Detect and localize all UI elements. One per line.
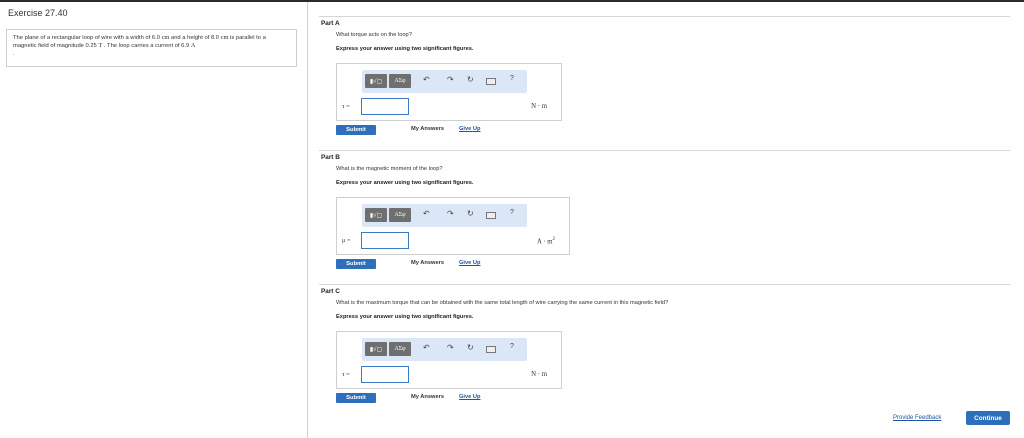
math-toolbar: ▮√▢ ΑΣφ ↶ ↷ ↻ ? (362, 338, 527, 361)
divider (319, 150, 1010, 151)
part-a: Part A What torque acts on the loop? Exp… (319, 16, 1010, 144)
keyboard-icon[interactable] (486, 212, 496, 219)
answer-input[interactable] (361, 366, 409, 383)
divider (319, 284, 1010, 285)
undo-icon[interactable]: ↶ (423, 209, 430, 218)
exercise-title: Exercise 27.40 (8, 8, 68, 18)
reset-icon[interactable]: ↻ (467, 209, 474, 218)
redo-icon[interactable]: ↷ (447, 343, 454, 352)
instruction-text: Express your answer using two significan… (336, 314, 474, 320)
question-text: What is the maximum torque that can be o… (336, 300, 669, 306)
give-up-link[interactable]: Give Up (459, 126, 481, 132)
give-up-link[interactable]: Give Up (459, 394, 481, 400)
submit-button[interactable]: Submit (336, 125, 376, 135)
greek-symbols-button[interactable]: ΑΣφ (389, 74, 411, 88)
unit-label: N · m (531, 371, 547, 378)
reset-icon[interactable]: ↻ (467, 343, 474, 352)
part-c: Part C What is the maximum torque that c… (319, 284, 1010, 412)
part-b: Part B What is the magnetic moment of th… (319, 150, 1010, 278)
exercise-panel: Exercise 27.40 The plane of a rectangula… (0, 2, 308, 438)
keyboard-icon[interactable] (486, 78, 496, 85)
undo-icon[interactable]: ↶ (423, 75, 430, 84)
give-up-link[interactable]: Give Up (459, 260, 481, 266)
question-text: What is the magnetic moment of the loop? (336, 166, 443, 172)
help-icon[interactable]: ? (510, 75, 514, 82)
submit-button[interactable]: Submit (336, 259, 376, 269)
my-answers-link[interactable]: My Answers (411, 126, 444, 132)
variable-label: τ = (342, 103, 350, 110)
problem-statement: The plane of a rectangular loop of wire … (6, 29, 297, 67)
redo-icon[interactable]: ↷ (447, 75, 454, 84)
reset-icon[interactable]: ↻ (467, 75, 474, 84)
greek-symbols-button[interactable]: ΑΣφ (389, 208, 411, 222)
part-label: Part A (321, 20, 340, 27)
redo-icon[interactable]: ↷ (447, 209, 454, 218)
answer-input[interactable] (361, 98, 409, 115)
answer-box: ▮√▢ ΑΣφ ↶ ↷ ↻ ? μ = A · m2 (336, 197, 570, 255)
part-label: Part C (321, 288, 340, 295)
templates-button[interactable]: ▮√▢ (365, 208, 387, 222)
math-toolbar: ▮√▢ ΑΣφ ↶ ↷ ↻ ? (362, 70, 527, 93)
part-label: Part B (321, 154, 340, 161)
math-toolbar: ▮√▢ ΑΣφ ↶ ↷ ↻ ? (362, 204, 527, 227)
greek-symbols-button[interactable]: ΑΣφ (389, 342, 411, 356)
templates-button[interactable]: ▮√▢ (365, 74, 387, 88)
answer-box: ▮√▢ ΑΣφ ↶ ↷ ↻ ? τ = N · m (336, 63, 562, 121)
divider (319, 16, 1010, 17)
help-icon[interactable]: ? (510, 343, 514, 350)
answer-input[interactable] (361, 232, 409, 249)
instruction-text: Express your answer using two significan… (336, 180, 474, 186)
variable-label: τ = (342, 371, 350, 378)
my-answers-link[interactable]: My Answers (411, 260, 444, 266)
answer-box: ▮√▢ ΑΣφ ↶ ↷ ↻ ? τ = N · m (336, 331, 562, 389)
provide-feedback-link[interactable]: Provide Feedback (893, 415, 941, 421)
keyboard-icon[interactable] (486, 346, 496, 353)
submit-button[interactable]: Submit (336, 393, 376, 403)
instruction-text: Express your answer using two significan… (336, 46, 474, 52)
continue-button[interactable]: Continue (966, 411, 1010, 425)
unit-label: N · m (531, 103, 547, 110)
templates-button[interactable]: ▮√▢ (365, 342, 387, 356)
unit-label: A · m2 (537, 237, 555, 246)
question-text: What torque acts on the loop? (336, 32, 412, 38)
variable-label: μ = (342, 237, 351, 244)
help-icon[interactable]: ? (510, 209, 514, 216)
undo-icon[interactable]: ↶ (423, 343, 430, 352)
my-answers-link[interactable]: My Answers (411, 394, 444, 400)
